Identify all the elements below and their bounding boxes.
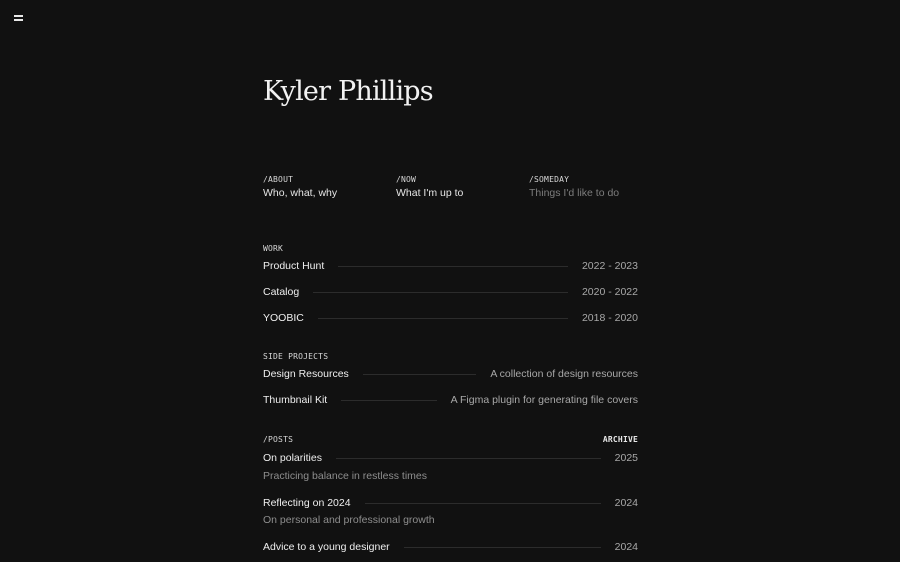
nav-link-now-text: What I'm up to — [396, 187, 464, 199]
nav-links: /ABOUT Who, what, why /NOW What I'm up t… — [263, 175, 638, 205]
nav-link-about-label: /ABOUT — [263, 175, 294, 184]
post-subtitle: On personal and professional growth — [263, 514, 435, 526]
menu-icon[interactable] — [14, 13, 24, 22]
side-projects-section-label: SIDE PROJECTS — [263, 352, 329, 361]
posts-section-label: /POSTS — [263, 435, 294, 444]
nav-link-now[interactable]: /NOW What I'm up to — [396, 175, 463, 199]
nav-link-someday-text: Things I'd like to do — [529, 187, 620, 199]
nav-link-about-text: Who, what, why — [263, 187, 338, 199]
post-title: On polarities — [263, 452, 322, 464]
work-item[interactable]: YOOBIC 2018 - 2020 — [263, 311, 638, 325]
post-item[interactable]: Reflecting on 2024 2024 — [263, 496, 638, 510]
side-project-name: Thumbnail Kit — [263, 394, 328, 406]
work-item-years: 2022 - 2023 — [581, 260, 638, 272]
nav-link-about[interactable]: /ABOUT Who, what, why — [263, 175, 337, 199]
post-item[interactable]: Advice to a young designer 2024 — [263, 540, 638, 554]
work-item-name: YOOBIC — [263, 312, 304, 324]
divider-line — [317, 317, 568, 319]
side-project-desc: A Figma plugin for generating file cover… — [450, 394, 638, 406]
divider-line — [338, 265, 568, 267]
side-project-name: Design Resources — [263, 368, 349, 380]
work-item-years: 2018 - 2020 — [581, 312, 638, 324]
divider-line — [364, 502, 601, 504]
divider-line — [335, 457, 601, 459]
nav-link-someday[interactable]: /SOMEDAY Things I'd like to do — [529, 175, 619, 199]
menu-icon-line-bottom — [14, 19, 23, 21]
side-project-item[interactable]: Design Resources A collection of design … — [263, 367, 638, 381]
work-item[interactable]: Product Hunt 2022 - 2023 — [263, 259, 638, 273]
work-item-years: 2020 - 2022 — [581, 286, 638, 298]
side-project-desc: A collection of design resources — [490, 368, 638, 380]
post-year: 2025 — [614, 452, 638, 464]
nav-link-someday-label: /SOMEDAY — [529, 175, 570, 184]
work-item[interactable]: Catalog 2020 - 2022 — [263, 285, 638, 299]
side-project-item[interactable]: Thumbnail Kit A Figma plugin for generat… — [263, 393, 638, 407]
post-title: Reflecting on 2024 — [263, 497, 351, 509]
archive-link[interactable]: ARCHIVE — [603, 435, 638, 444]
post-item[interactable]: On polarities 2025 — [263, 451, 638, 465]
work-item-name: Catalog — [263, 286, 300, 298]
divider-line — [362, 373, 477, 375]
divider-line — [313, 291, 568, 293]
work-item-name: Product Hunt — [263, 260, 325, 272]
post-year: 2024 — [614, 541, 638, 553]
page-title: Kyler Phillips — [263, 76, 434, 107]
menu-icon-line-top — [14, 15, 23, 17]
post-subtitle: Practicing balance in restless times — [263, 470, 427, 482]
divider-line — [341, 399, 437, 401]
post-year: 2024 — [614, 497, 638, 509]
post-title: Advice to a young designer — [263, 541, 390, 553]
nav-link-now-label: /NOW — [396, 175, 417, 184]
divider-line — [403, 546, 601, 548]
work-section-label: WORK — [263, 244, 284, 253]
